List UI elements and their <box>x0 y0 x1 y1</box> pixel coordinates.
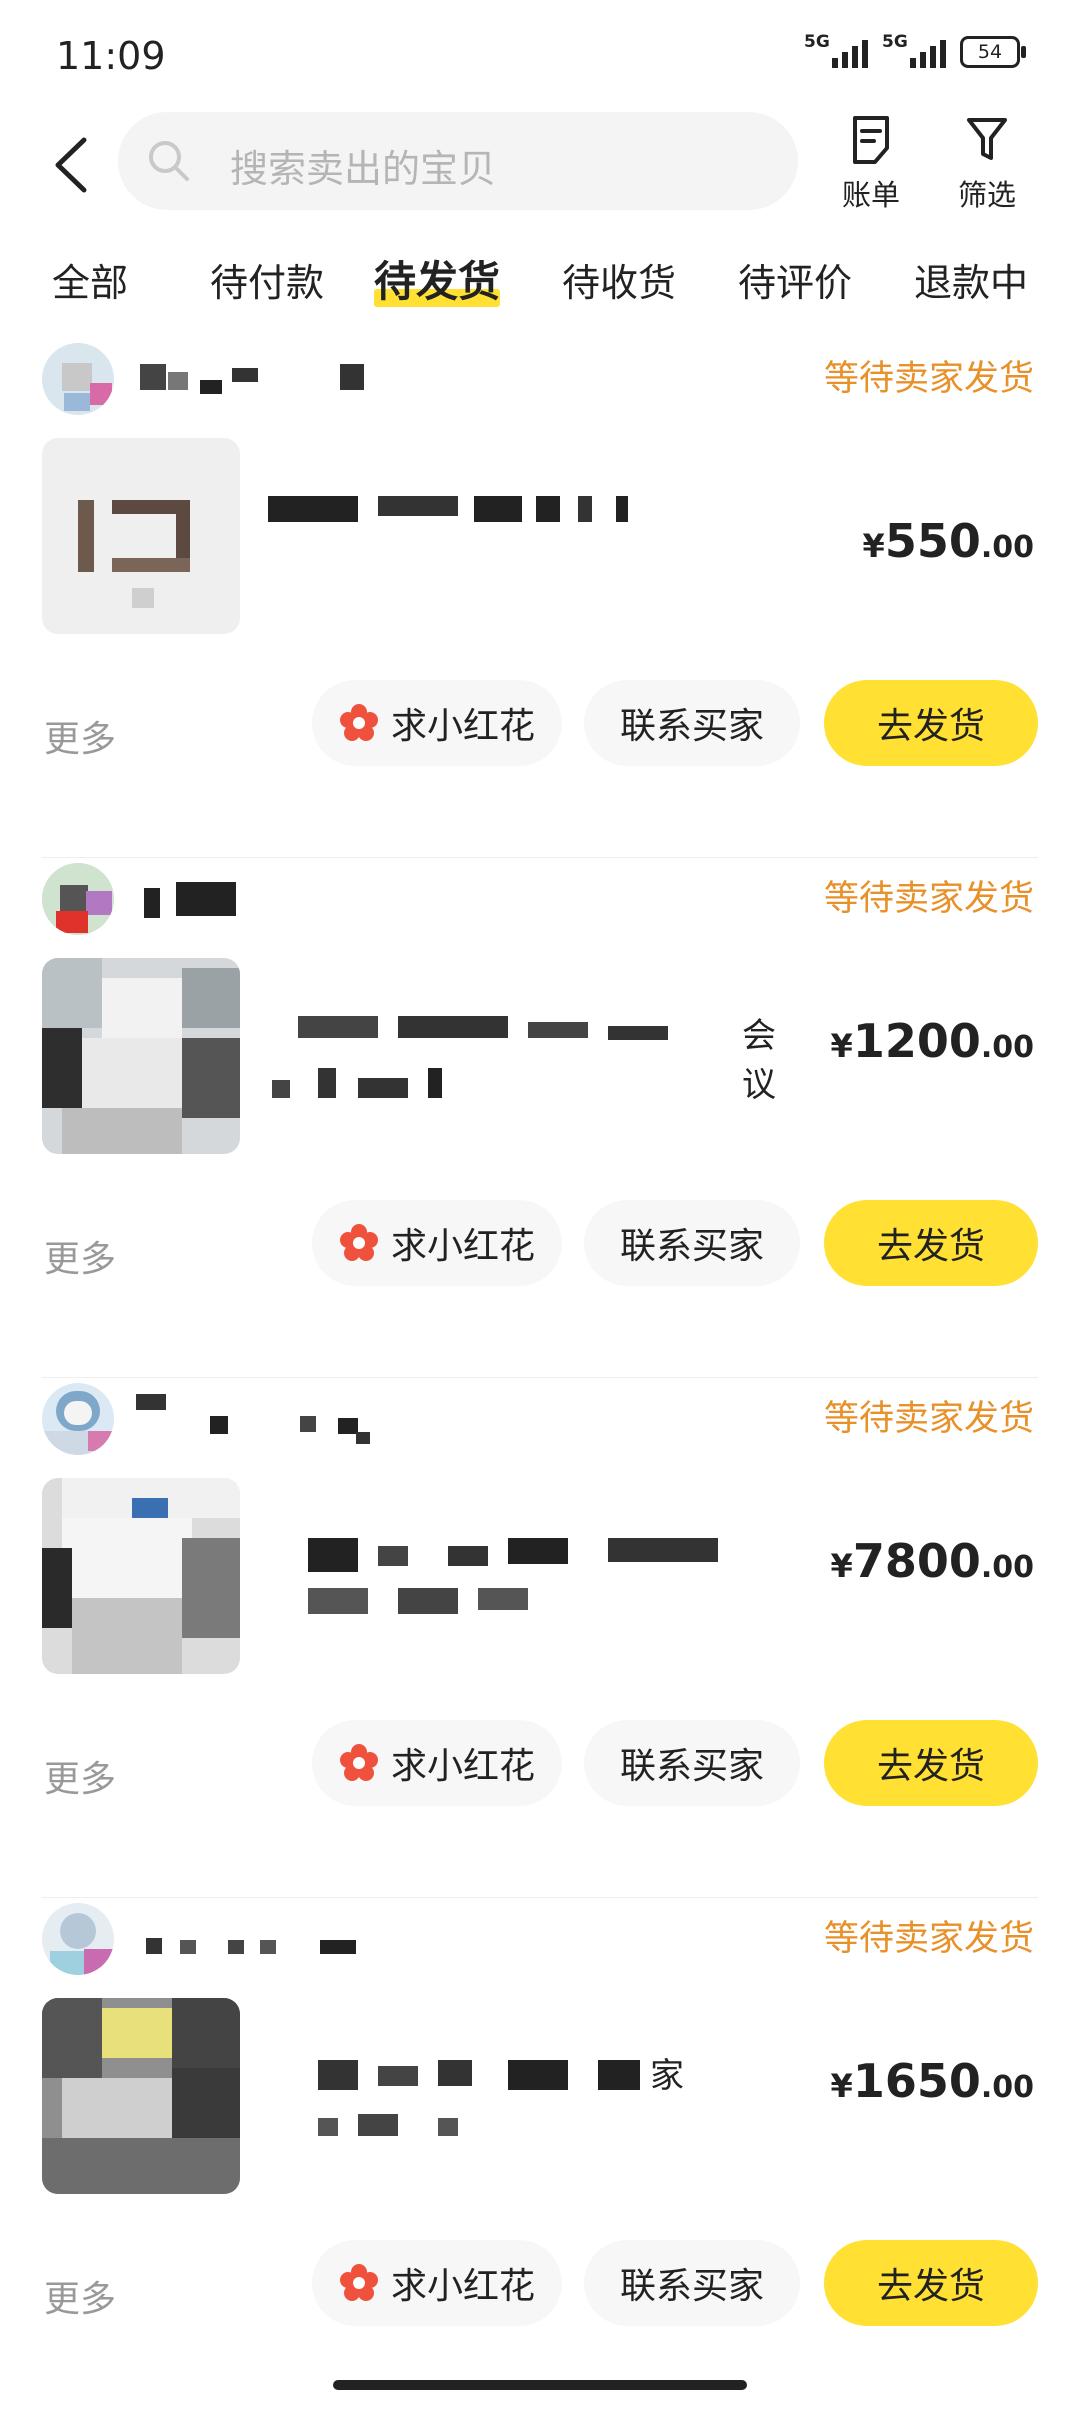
status-time: 11:09 <box>56 34 166 78</box>
tab-all[interactable]: 全部 <box>52 252 128 307</box>
search-placeholder: 搜索卖出的宝贝 <box>230 147 497 191</box>
buyer-avatar[interactable] <box>42 1383 114 1455</box>
flower-icon <box>339 1224 378 1261</box>
contact-buyer-button[interactable]: 联系买家 <box>584 680 800 766</box>
battery-icon: 54 <box>960 36 1026 68</box>
order-price: ¥1650.00 <box>830 2054 1034 2108</box>
product-title-fragment: 会议 <box>742 1016 776 1105</box>
product-thumbnail[interactable] <box>42 1478 240 1674</box>
tab-pending-shipment[interactable]: 待发货 <box>374 248 501 309</box>
flower-icon <box>339 704 378 741</box>
product-thumbnail[interactable] <box>42 958 240 1154</box>
filter-button[interactable]: 筛选 <box>942 114 1032 214</box>
filter-icon <box>967 118 1007 160</box>
ship-button[interactable]: 去发货 <box>824 1200 1038 1286</box>
product-title-fragment: 家 <box>650 2056 684 2096</box>
order-price: ¥1200.00 <box>830 1014 1034 1068</box>
more-link[interactable]: 更多 <box>44 1750 116 1802</box>
product-thumbnail[interactable] <box>42 1998 240 2194</box>
more-link[interactable]: 更多 <box>44 2270 116 2322</box>
more-link[interactable]: 更多 <box>44 1230 116 1282</box>
filter-label: 筛选 <box>957 178 1016 212</box>
back-arrow-icon <box>55 137 87 193</box>
request-flower-button[interactable]: 求小红花 <box>312 1200 562 1286</box>
order-price: ¥7800.00 <box>830 1534 1034 1588</box>
product-title-blurred <box>268 488 788 598</box>
order-card[interactable]: 等待卖家发货 会议 ¥1200.00 更多 求小红花 联系买家 去发货 <box>0 858 1080 1378</box>
order-status: 等待卖家发货 <box>823 1399 1034 1439</box>
order-status: 等待卖家发货 <box>823 879 1034 919</box>
ship-button[interactable]: 去发货 <box>824 2240 1038 2326</box>
request-flower-button[interactable]: 求小红花 <box>312 1720 562 1806</box>
order-status: 等待卖家发货 <box>823 1919 1034 1959</box>
tab-pending-receipt[interactable]: 待收货 <box>562 252 676 307</box>
tab-pending-payment[interactable]: 待付款 <box>210 252 324 307</box>
buyer-name-blurred <box>136 1394 420 1444</box>
back-button[interactable] <box>40 130 110 200</box>
bill-icon <box>853 116 889 164</box>
order-card[interactable]: 等待卖家发货 ¥550.00 更多 求小红花 联系买家 去发货 <box>0 338 1080 858</box>
signal-icon: 5G <box>804 32 868 68</box>
product-title-blurred: 会议 <box>268 1008 788 1118</box>
search-icon <box>149 141 189 181</box>
signal-icon: 5G <box>882 32 946 68</box>
flower-icon <box>339 2264 378 2301</box>
home-indicator[interactable] <box>333 2380 747 2390</box>
product-thumbnail[interactable] <box>42 438 240 634</box>
contact-buyer-button[interactable]: 联系买家 <box>584 2240 800 2326</box>
search-input[interactable]: 搜索卖出的宝贝 <box>118 112 798 210</box>
contact-buyer-button[interactable]: 联系买家 <box>584 1720 800 1806</box>
buyer-name-blurred <box>140 1918 420 1958</box>
status-icons: 5G 5G 54 <box>804 32 1026 68</box>
buyer-name-blurred <box>140 358 420 398</box>
buyer-avatar[interactable] <box>42 343 114 415</box>
order-card[interactable]: 等待卖家发货 ¥7800.00 更多 求小红花 联系买家 去发货 <box>0 1378 1080 1898</box>
product-title-blurred: 家 <box>268 2048 788 2158</box>
order-tabs: 全部 待付款 待发货 待收货 待评价 退款中 <box>0 240 1080 320</box>
ship-button[interactable]: 去发货 <box>824 1720 1038 1806</box>
request-flower-button[interactable]: 求小红花 <box>312 2240 562 2326</box>
contact-buyer-button[interactable]: 联系买家 <box>584 1200 800 1286</box>
tab-pending-review[interactable]: 待评价 <box>738 252 852 307</box>
request-flower-button[interactable]: 求小红花 <box>312 680 562 766</box>
order-card[interactable]: 等待卖家发货 家 ¥1650.00 更多 求小红花 联系买家 去发货 <box>0 1898 1080 2418</box>
product-title-blurred <box>268 1528 788 1638</box>
status-bar: 11:09 5G 5G 54 <box>0 0 1080 110</box>
order-price: ¥550.00 <box>862 514 1034 568</box>
buyer-avatar[interactable] <box>42 1903 114 1975</box>
more-link[interactable]: 更多 <box>44 710 116 762</box>
buyer-name-blurred <box>140 878 420 918</box>
tab-refunding[interactable]: 退款中 <box>914 252 1028 307</box>
order-status: 等待卖家发货 <box>823 359 1034 399</box>
bill-label: 账单 <box>841 178 900 212</box>
header: 搜索卖出的宝贝 账单 筛选 <box>0 110 1080 220</box>
flower-icon <box>339 1744 378 1781</box>
ship-button[interactable]: 去发货 <box>824 680 1038 766</box>
buyer-avatar[interactable] <box>42 863 114 935</box>
bill-button[interactable]: 账单 <box>826 114 916 214</box>
